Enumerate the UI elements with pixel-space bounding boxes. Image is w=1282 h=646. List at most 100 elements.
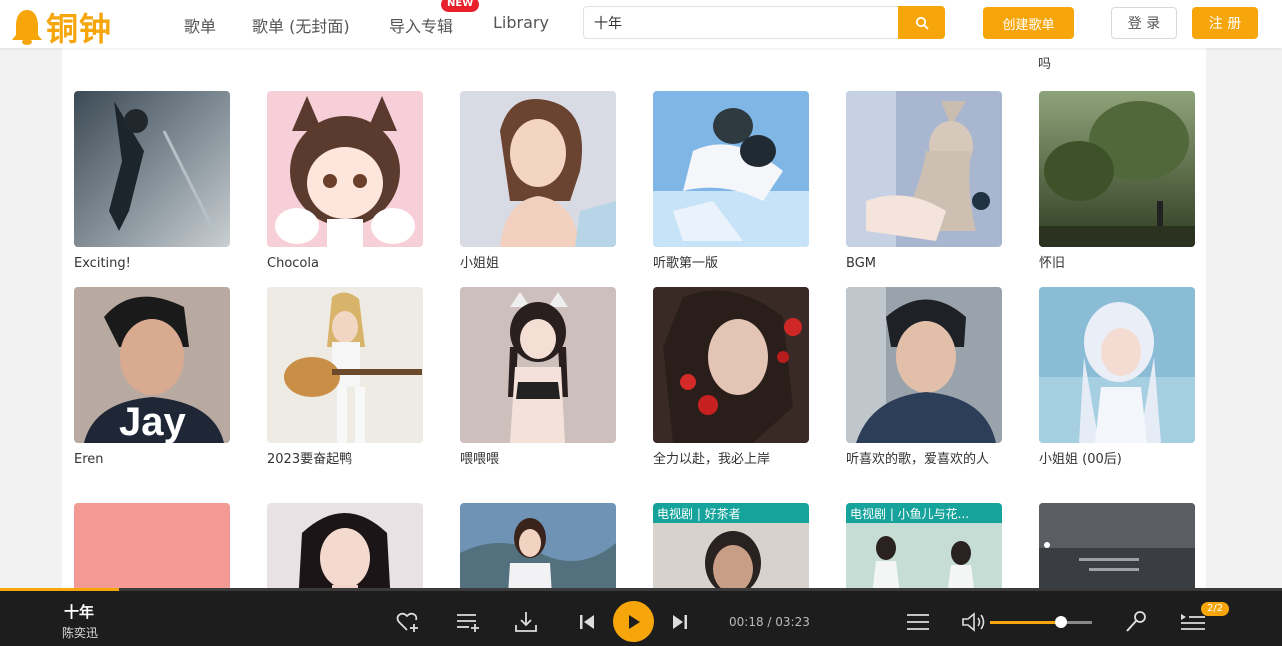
lyrics-button[interactable] <box>1124 610 1148 634</box>
playlist-cover[interactable] <box>74 503 230 590</box>
volume-slider[interactable] <box>990 621 1092 624</box>
playlist-title[interactable]: 全力以赴，我必上岸 <box>653 451 810 469</box>
playlist-cover[interactable] <box>267 287 423 443</box>
add-to-playlist-button[interactable] <box>456 611 480 633</box>
queue-list-icon <box>1181 614 1205 630</box>
playlist-cover[interactable] <box>1039 503 1195 590</box>
play-button[interactable] <box>613 601 654 642</box>
nav-playlists[interactable]: 歌单 <box>184 13 216 37</box>
skip-previous-icon <box>580 615 594 629</box>
playlist-card[interactable]: Exciting! <box>74 91 231 273</box>
playlist-cover[interactable] <box>846 91 1002 247</box>
playlist-card[interactable] <box>74 503 231 590</box>
volume-icon <box>962 612 985 632</box>
playlist-title[interactable]: Chocola <box>267 255 424 273</box>
playlist-card[interactable]: 小姐姐 (00后) <box>1039 287 1196 469</box>
playback-time: 00:18 / 03:23 <box>729 615 810 629</box>
playlist-cover[interactable]: 电视剧 | 小鱼儿与花... <box>846 503 1002 590</box>
playlist-title[interactable]: 听喜欢的歌，爱喜欢的人 <box>846 451 1003 469</box>
playlist-queue-button[interactable] <box>906 611 930 633</box>
playlist-cover[interactable]: Jay <box>74 287 230 443</box>
playlist-card[interactable]: 听歌第一版 <box>653 91 810 273</box>
queue-count-badge: 2/2 <box>1201 602 1230 616</box>
skip-next-icon <box>673 615 687 629</box>
search-bar <box>583 6 945 39</box>
playlist-grid: 吗 Exciting! Chocola 小姐姐 听歌第一版 BGM 怀旧 Jay… <box>62 48 1206 590</box>
playlist-card[interactable]: 全力以赴，我必上岸 <box>653 287 810 469</box>
cover-banner-text: 电视剧 | 小鱼儿与花... <box>850 506 969 521</box>
playlist-card[interactable] <box>267 503 424 590</box>
search-input[interactable] <box>583 6 898 39</box>
playlist-cover[interactable] <box>74 91 230 247</box>
search-icon <box>915 16 928 29</box>
previous-row-fragment: 吗 <box>62 48 1206 72</box>
playlist-title[interactable]: 听歌第一版 <box>653 255 810 273</box>
logo-text: 铜钟 <box>46 10 113 48</box>
playlist-add-icon <box>457 614 479 632</box>
create-playlist-button[interactable]: 创建歌单 <box>983 7 1074 39</box>
playlist-cover[interactable] <box>846 287 1002 443</box>
nav-playlists-no-cover[interactable]: 歌单 (无封面) <box>252 13 350 37</box>
heart-add-icon <box>396 612 418 632</box>
nav-import-album[interactable]: 导入专辑 <box>389 13 453 37</box>
playlist-cover[interactable] <box>460 287 616 443</box>
playlist-cover[interactable] <box>1039 91 1195 247</box>
playlist-card[interactable]: 2023要奋起鸭 <box>267 287 424 469</box>
prev-row-title-tail: 吗 <box>1038 57 1052 72</box>
playlist-title[interactable]: 喂喂喂 <box>460 451 617 469</box>
playlist-title[interactable]: Eren <box>74 451 231 469</box>
playlist-title[interactable]: BGM <box>846 255 1003 273</box>
search-button[interactable] <box>898 6 945 39</box>
menu-lines-icon <box>907 614 929 630</box>
playlist-card[interactable]: BGM <box>846 91 1003 273</box>
playlist-cover[interactable]: 电视剧 | 好茶者 <box>653 503 809 590</box>
cover-banner-text: 电视剧 | 好茶者 <box>657 506 741 521</box>
now-playing-artist[interactable]: 陈奕迅 <box>62 624 98 641</box>
volume-fill <box>990 621 1062 624</box>
microphone-icon <box>1126 611 1146 632</box>
playlist-cover[interactable] <box>267 503 423 590</box>
player-bar: 十年 陈奕迅 00:18 / 03:23 2/2 <box>0 590 1282 646</box>
playlist-card[interactable]: 电视剧 | 好茶者 <box>653 503 810 590</box>
playlist-title[interactable]: 怀旧 <box>1039 255 1196 273</box>
playlist-card[interactable] <box>460 503 617 590</box>
playlist-card[interactable]: 怀旧 <box>1039 91 1196 273</box>
new-badge: NEW <box>441 0 480 12</box>
playlist-cover[interactable] <box>653 91 809 247</box>
playlist-card[interactable]: 小姐姐 <box>460 91 617 273</box>
playlist-cover[interactable] <box>267 91 423 247</box>
playlist-title[interactable]: 小姐姐 (00后) <box>1039 451 1196 469</box>
now-playing-title[interactable]: 十年 <box>64 601 94 622</box>
bell-logo-icon <box>12 10 42 45</box>
svg-text:Jay: Jay <box>119 400 186 443</box>
playlist-title[interactable]: 小姐姐 <box>460 255 617 273</box>
top-header: 铜钟 歌单 歌单 (无封面) 导入专辑 Library NEW 创建歌单 登 录… <box>0 0 1282 48</box>
previous-track-button[interactable] <box>578 612 596 632</box>
playlist-cover[interactable] <box>460 91 616 247</box>
playlist-card[interactable]: Jay Eren <box>74 287 231 469</box>
playlist-title[interactable]: Exciting! <box>74 255 231 273</box>
playback-progress-bar[interactable] <box>0 588 1282 591</box>
play-queue-button[interactable] <box>1180 612 1206 632</box>
nav-library[interactable]: Library <box>493 13 549 32</box>
register-button[interactable]: 注 册 <box>1192 7 1258 39</box>
site-logo[interactable]: 铜钟 <box>10 4 112 50</box>
play-icon <box>628 614 640 629</box>
playlist-title[interactable]: 2023要奋起鸭 <box>267 451 424 469</box>
playback-progress-fill <box>0 588 120 591</box>
favorite-button[interactable] <box>396 610 420 634</box>
playlist-cover[interactable] <box>1039 287 1195 443</box>
playlist-cover[interactable] <box>653 287 809 443</box>
playlist-card[interactable]: Chocola <box>267 91 424 273</box>
next-track-button[interactable] <box>671 612 689 632</box>
volume-button[interactable] <box>961 611 987 633</box>
playlist-card[interactable]: 喂喂喂 <box>460 287 617 469</box>
download-button[interactable] <box>514 610 538 634</box>
playlist-card[interactable]: 听喜欢的歌，爱喜欢的人 <box>846 287 1003 469</box>
playlist-card[interactable] <box>1039 503 1196 590</box>
playlist-card[interactable]: 电视剧 | 小鱼儿与花... <box>846 503 1003 590</box>
playlist-cover[interactable] <box>460 503 616 590</box>
login-button[interactable]: 登 录 <box>1111 7 1177 39</box>
download-icon <box>515 612 537 632</box>
volume-slider-handle[interactable] <box>1055 616 1068 628</box>
